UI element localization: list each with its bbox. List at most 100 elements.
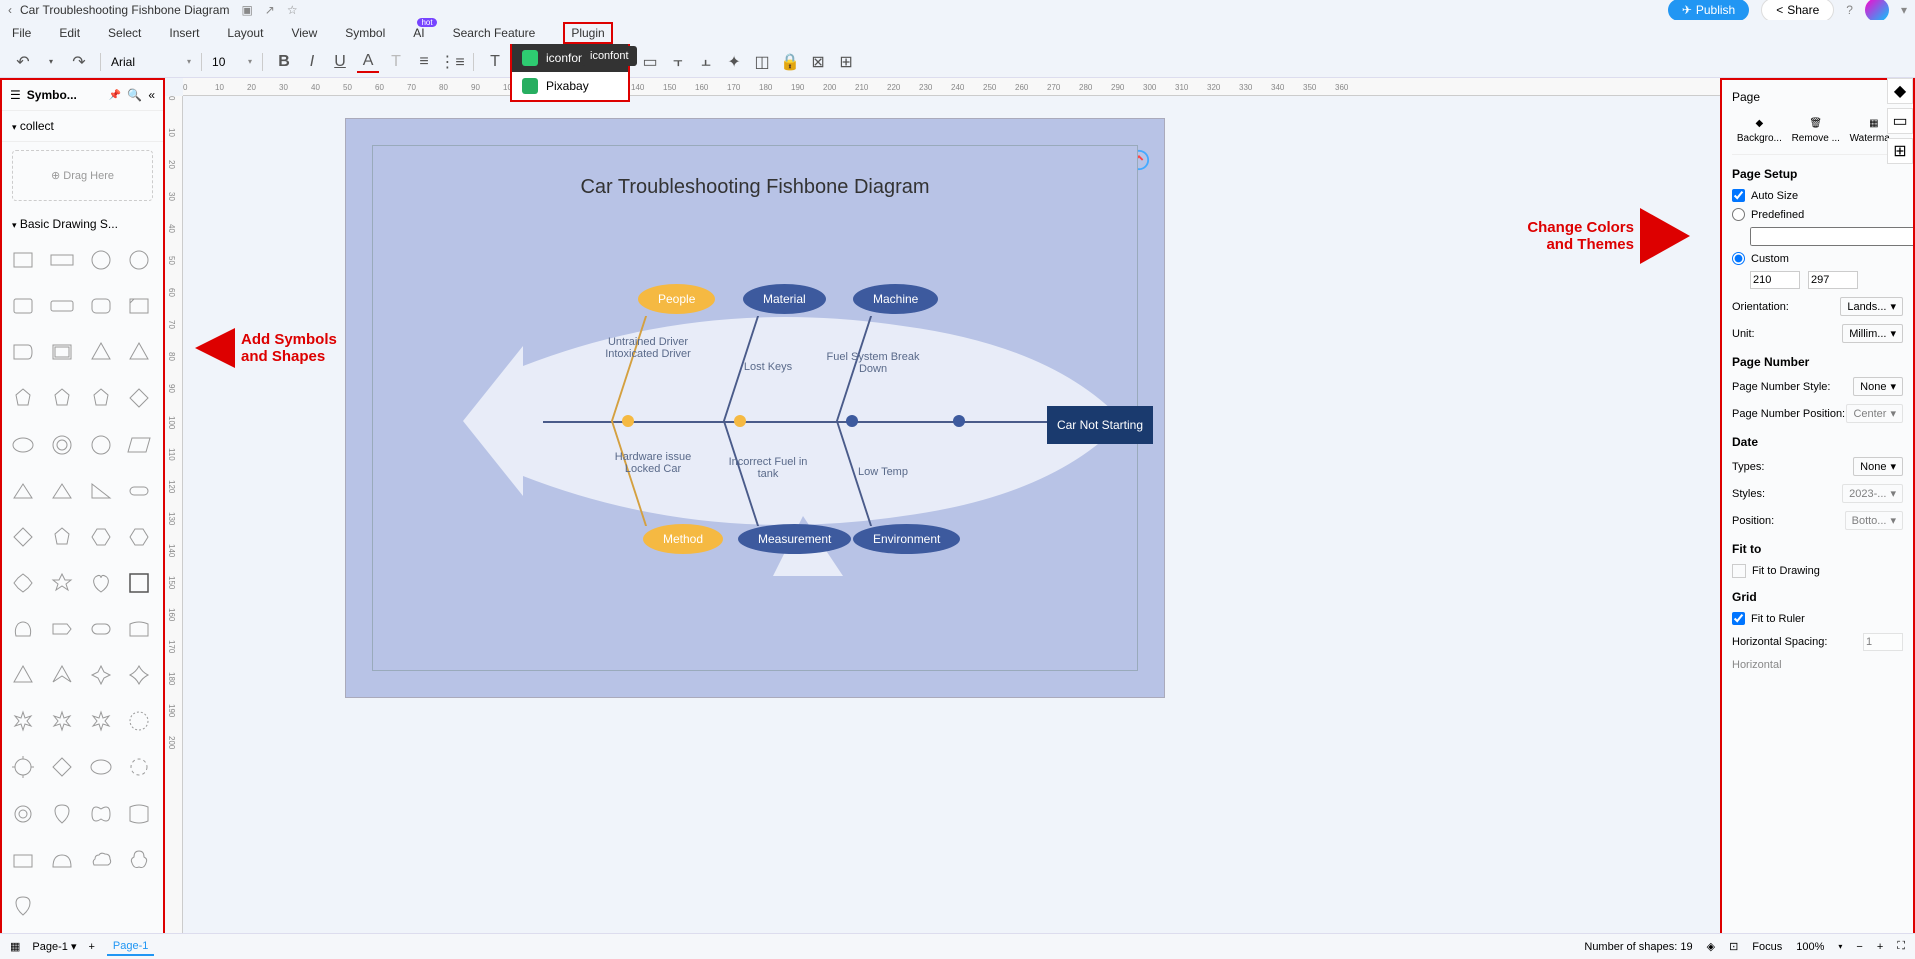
cause-people[interactable]: Untrained Driver Intoxicated Driver [598, 336, 698, 360]
shape-32[interactable] [6, 612, 40, 646]
canvas-area[interactable]: 0102030405060708090100110120130140150160… [165, 78, 1720, 939]
shape-34[interactable] [84, 612, 118, 646]
text-box-icon[interactable]: ⊠ [807, 51, 829, 73]
category-machine[interactable]: Machine [853, 284, 938, 314]
menu-search-feature[interactable]: Search Feature [453, 26, 536, 40]
layout-icon[interactable]: ▦ [10, 940, 20, 953]
add-page-icon[interactable]: + [88, 941, 94, 953]
effect-box[interactable]: Car Not Starting [1047, 406, 1153, 444]
shape-16[interactable] [6, 428, 40, 462]
shape-45[interactable] [45, 750, 79, 784]
menu-edit[interactable]: Edit [59, 26, 80, 40]
redo-icon[interactable]: ↷ [68, 51, 90, 73]
shape-3[interactable] [122, 243, 156, 277]
publish-button[interactable]: ✈ Publish [1668, 0, 1749, 21]
shape-22[interactable] [84, 474, 118, 508]
shape-37[interactable] [45, 658, 79, 692]
shape-17[interactable] [45, 428, 79, 462]
shape-30[interactable] [84, 566, 118, 600]
predefined-radio[interactable] [1732, 208, 1745, 221]
fullscreen-icon[interactable]: ⛶ [1897, 940, 1905, 953]
shape-13[interactable] [45, 381, 79, 415]
collapse-icon[interactable]: « [148, 88, 155, 102]
side-tab-3[interactable]: ⊞ [1887, 138, 1913, 164]
shape-1[interactable] [45, 243, 79, 277]
canvas-page[interactable]: Car Troubleshooting Fishbone Diagram [345, 118, 1165, 698]
menu-symbol[interactable]: Symbol [345, 26, 385, 40]
tab-remove[interactable]: 🗑Remove ... [1792, 118, 1840, 144]
cause-method[interactable]: Hardware issue Locked Car [603, 451, 703, 475]
tab-icon[interactable]: ▣ [241, 3, 252, 17]
focus-label[interactable]: Focus [1752, 941, 1782, 953]
zoom-in-icon[interactable]: + [1877, 941, 1883, 953]
shape-51[interactable] [122, 797, 156, 831]
shape-39[interactable] [122, 658, 156, 692]
size-dropdown-icon[interactable]: ▾ [248, 57, 252, 66]
shape-41[interactable] [45, 704, 79, 738]
shape-27[interactable] [122, 520, 156, 554]
custom-row[interactable]: Custom [1732, 252, 1903, 265]
effects-icon[interactable]: ✦ [723, 51, 745, 73]
tab-background[interactable]: ◆Backgro... [1737, 118, 1782, 144]
menu-view[interactable]: View [291, 26, 317, 40]
focus-icon[interactable]: ⊡ [1729, 940, 1738, 953]
category-method[interactable]: Method [643, 524, 723, 554]
shape-19[interactable] [122, 428, 156, 462]
basic-shapes-section[interactable]: ▾ Basic Drawing S... [2, 209, 163, 239]
plugin-item-pixabay[interactable]: Pixabay [512, 72, 628, 100]
help-icon[interactable]: ? [1846, 3, 1853, 17]
shape-25[interactable] [45, 520, 79, 554]
shape-15[interactable] [122, 381, 156, 415]
shape-8[interactable] [6, 335, 40, 369]
shape-40[interactable] [6, 704, 40, 738]
shape-20[interactable] [6, 474, 40, 508]
cause-environment[interactable]: Low Temp [833, 466, 933, 478]
predefined-select[interactable] [1750, 227, 1915, 246]
category-measurement[interactable]: Measurement [738, 524, 851, 554]
shape-10[interactable] [84, 335, 118, 369]
clear-format-icon[interactable]: T [385, 51, 407, 73]
shape-38[interactable] [84, 658, 118, 692]
fit-ruler-row[interactable]: Fit to Ruler [1732, 612, 1903, 625]
orientation-select[interactable]: Lands...▾ [1840, 297, 1903, 316]
zoom-dropdown-icon[interactable]: ▾ [1838, 942, 1842, 951]
library-icon[interactable]: ☰ [10, 88, 21, 102]
shape-54[interactable] [84, 843, 118, 877]
shape-2[interactable] [84, 243, 118, 277]
avatar[interactable] [1865, 0, 1889, 22]
underline-icon[interactable]: U [329, 51, 351, 73]
page2-icon[interactable]: ▭ [639, 51, 661, 73]
shape-12[interactable] [6, 381, 40, 415]
page-tab[interactable]: Page-1 [107, 938, 154, 956]
lock-icon[interactable]: 🔒 [779, 51, 801, 73]
zoom-value[interactable]: 100% [1796, 941, 1824, 953]
shape-35[interactable] [122, 612, 156, 646]
auto-size-checkbox[interactable] [1732, 189, 1745, 202]
search-icon[interactable]: 🔍 [127, 88, 142, 102]
menu-insert[interactable]: Insert [169, 26, 199, 40]
category-environment[interactable]: Environment [853, 524, 960, 554]
font-dropdown-icon[interactable]: ▾ [187, 57, 191, 66]
shape-31[interactable] [122, 566, 156, 600]
align-icon[interactable]: ≡ [413, 51, 435, 73]
fit-ruler-checkbox[interactable] [1732, 612, 1745, 625]
table-icon[interactable]: ⊞ [835, 51, 857, 73]
shape-23[interactable] [122, 474, 156, 508]
custom-radio[interactable] [1732, 252, 1745, 265]
shape-43[interactable] [122, 704, 156, 738]
fit-drawing-row[interactable]: Fit to Drawing [1732, 564, 1903, 578]
shape-4[interactable] [6, 289, 40, 323]
font-select[interactable] [111, 55, 181, 69]
shape-47[interactable] [122, 750, 156, 784]
external-icon[interactable]: ↗ [265, 3, 275, 17]
shape-55[interactable] [122, 843, 156, 877]
bold-icon[interactable]: B [273, 51, 295, 73]
shape-9[interactable] [45, 335, 79, 369]
cause-machine[interactable]: Fuel System Break Down [823, 351, 923, 375]
shape-18[interactable] [84, 428, 118, 462]
menu-plugin[interactable]: Plugin [563, 22, 612, 44]
menu-ai[interactable]: AIhot [413, 26, 424, 40]
undo-icon[interactable]: ↶ [12, 51, 34, 73]
predefined-row[interactable]: Predefined [1732, 208, 1903, 221]
shape-49[interactable] [45, 797, 79, 831]
